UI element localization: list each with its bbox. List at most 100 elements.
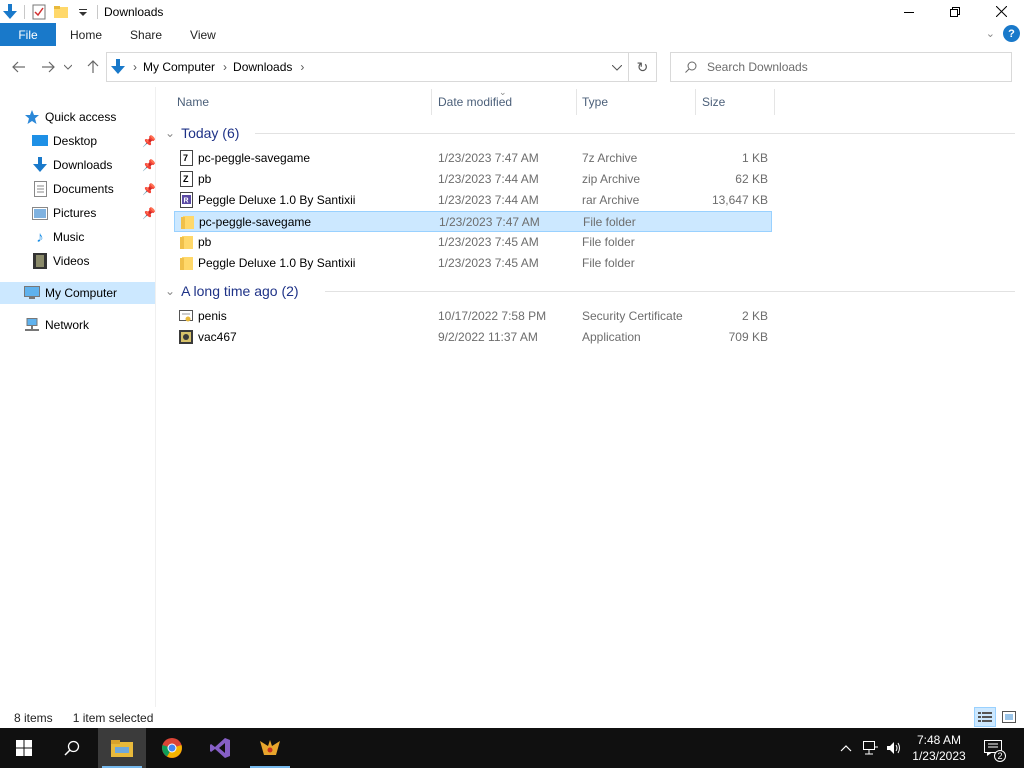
file-date: 10/17/2022 7:58 PM (438, 309, 547, 323)
group-header-long-ago[interactable]: ⌄ A long time ago (2) (165, 280, 1015, 302)
sidebar-item-music[interactable]: ♪ Music (32, 226, 84, 248)
restore-button[interactable] (932, 0, 978, 23)
sidebar-item-documents[interactable]: Documents (32, 178, 114, 200)
column-header-name[interactable]: Name (177, 87, 431, 117)
network-tray-icon[interactable] (860, 728, 882, 768)
sidebar-item-label: Pictures (53, 206, 97, 220)
file-type: zip Archive (582, 172, 641, 186)
breadcrumb-my-computer[interactable]: My Computer (143, 60, 215, 74)
file-explorer-taskbar-button[interactable] (98, 728, 146, 768)
title-separator (97, 4, 98, 19)
minimize-button[interactable] (886, 0, 932, 23)
system-clock[interactable]: 7:48 AM 1/23/2023 (902, 732, 976, 764)
file-row[interactable]: vac467 9/2/2022 11:37 AM Application 709… (174, 327, 772, 348)
column-separator[interactable] (431, 89, 432, 115)
ribbon-tabs: File Home Share View ⌄ ? (0, 23, 1024, 46)
address-bar[interactable]: › My Computer › Downloads › (106, 52, 629, 82)
file-row[interactable]: R Peggle Deluxe 1.0 By Santixii 1/23/202… (174, 190, 772, 211)
rar-archive-icon: R (178, 192, 194, 208)
group-header-today[interactable]: ⌄ Today (6) (165, 122, 1015, 144)
sidebar-item-videos[interactable]: Videos (32, 250, 89, 272)
pin-icon[interactable]: 📌 (142, 159, 156, 172)
forward-button[interactable] (37, 55, 59, 79)
tab-file[interactable]: File (0, 23, 56, 46)
file-row-selected[interactable]: pc-peggle-savegame 1/23/2023 7:47 AM Fil… (174, 211, 772, 232)
large-icons-view-button[interactable] (998, 707, 1020, 727)
sidebar-item-pictures[interactable]: Pictures (32, 202, 96, 224)
desktop-icon (32, 133, 48, 149)
item-count: 8 items (14, 710, 53, 725)
sidebar-item-label: Music (53, 230, 85, 244)
sidebar-item-my-computer[interactable]: My Computer (0, 282, 155, 304)
column-header-type[interactable]: Type (582, 87, 694, 117)
quick-access-toolbar (0, 0, 97, 23)
file-date: 1/23/2023 7:47 AM (438, 151, 539, 165)
pin-icon[interactable]: 📌 (142, 135, 156, 148)
back-button[interactable] (8, 55, 30, 79)
file-type: Security Certificate (582, 309, 683, 323)
pictures-icon (32, 205, 48, 221)
tab-share[interactable]: Share (116, 23, 176, 46)
sidebar-item-desktop[interactable]: Desktop (32, 130, 97, 152)
customize-toolbar-icon[interactable] (75, 4, 91, 20)
file-size: 1 KB (741, 151, 768, 165)
downloads-arrow-icon[interactable] (2, 3, 18, 20)
expand-ribbon-icon[interactable]: ⌄ (986, 27, 995, 40)
new-folder-icon[interactable] (53, 4, 69, 20)
file-type: Application (582, 330, 641, 344)
details-view-button[interactable] (974, 707, 996, 727)
file-size: 13,647 KB (711, 193, 768, 207)
file-name: Peggle Deluxe 1.0 By Santixii (198, 256, 356, 270)
action-center-icon[interactable] (982, 728, 1004, 768)
clock-time: 7:48 AM (916, 733, 962, 747)
sidebar-item-downloads[interactable]: Downloads (32, 154, 112, 176)
start-button[interactable] (0, 728, 48, 768)
peggle-app-icon[interactable] (246, 728, 294, 768)
volume-icon[interactable] (884, 728, 904, 768)
tab-view[interactable]: View (176, 23, 230, 46)
breadcrumb-chevron[interactable]: › (223, 60, 227, 74)
file-row[interactable]: penis 10/17/2022 7:58 PM Security Certif… (174, 306, 772, 327)
close-button[interactable] (978, 0, 1024, 23)
view-toggle (974, 707, 1020, 727)
file-row[interactable]: Peggle Deluxe 1.0 By Santixii 1/23/2023 … (174, 253, 772, 274)
breadcrumb-chevron[interactable]: › (300, 60, 304, 74)
column-header-date[interactable]: Date modified (438, 87, 576, 117)
file-date: 9/2/2022 11:37 AM (438, 330, 538, 344)
star-icon (24, 109, 40, 125)
network-icon (24, 317, 40, 333)
up-button[interactable] (82, 55, 104, 79)
refresh-button[interactable]: ↻ (629, 52, 657, 82)
breadcrumb-chevron[interactable]: › (133, 60, 137, 74)
recent-locations-button[interactable] (61, 55, 75, 79)
sidebar-item-quick-access[interactable]: Quick access (24, 106, 116, 128)
file-type: rar Archive (582, 193, 640, 207)
column-separator[interactable] (774, 89, 775, 115)
help-icon[interactable]: ? (1003, 25, 1020, 42)
search-button[interactable] (48, 728, 96, 768)
svg-text:Z: Z (183, 174, 189, 184)
search-input[interactable]: Search Downloads (670, 52, 1012, 82)
file-row[interactable]: Z pb 1/23/2023 7:44 AM zip Archive 62 KB (174, 169, 772, 190)
sidebar-item-network[interactable]: Network (24, 314, 89, 336)
sidebar-item-label: My Computer (45, 286, 118, 300)
file-name: pb (198, 235, 212, 249)
visual-studio-icon[interactable] (196, 728, 244, 768)
pin-icon[interactable]: 📌 (142, 207, 156, 220)
chrome-icon[interactable] (148, 728, 196, 768)
column-separator[interactable] (576, 89, 577, 115)
address-dropdown-icon[interactable] (611, 60, 623, 74)
sidebar-item-label: Quick access (45, 110, 117, 124)
show-hidden-icons-icon[interactable] (836, 728, 856, 768)
column-separator[interactable] (695, 89, 696, 115)
file-type: File folder (582, 256, 635, 270)
tab-home[interactable]: Home (56, 23, 116, 46)
file-row[interactable]: pb 1/23/2023 7:45 AM File folder (174, 232, 772, 253)
file-row[interactable]: 7 pc-peggle-savegame 1/23/2023 7:47 AM 7… (174, 148, 772, 169)
ribbon-right: ⌄ ? (986, 25, 1020, 42)
column-header-size[interactable]: Size (702, 87, 774, 117)
column-size-label: Size (702, 95, 726, 109)
breadcrumb-downloads[interactable]: Downloads (233, 60, 292, 74)
pin-icon[interactable]: 📌 (142, 183, 156, 196)
properties-icon[interactable] (31, 4, 47, 20)
